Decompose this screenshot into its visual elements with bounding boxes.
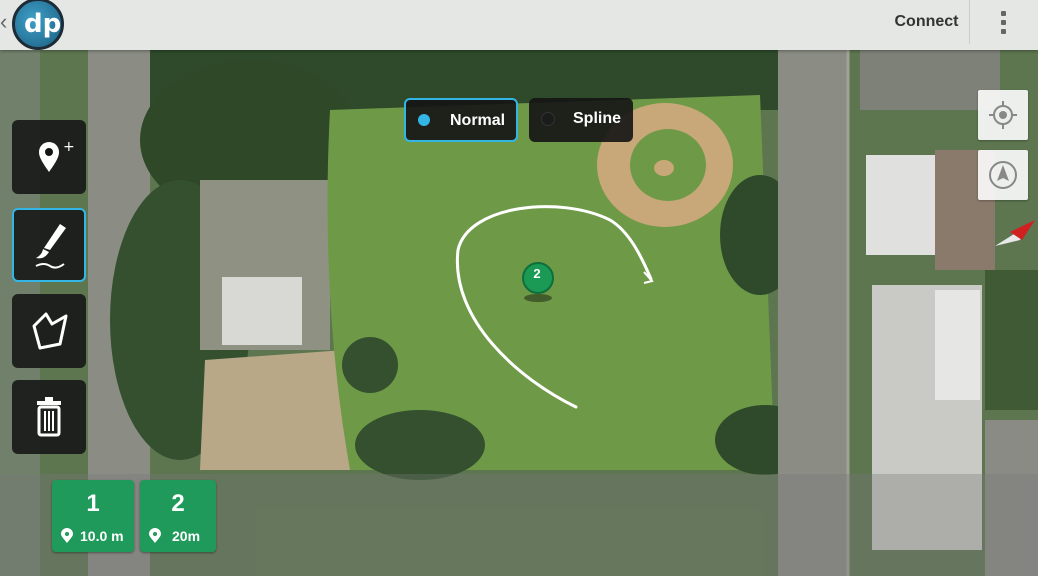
app-logo[interactable]: dp bbox=[12, 0, 64, 50]
trash-icon bbox=[37, 397, 61, 437]
waypoint-altitude: 20m bbox=[172, 528, 201, 544]
map-waypoint-label[interactable]: 2 bbox=[522, 266, 552, 290]
back-chevron-icon[interactable]: ‹ bbox=[0, 11, 7, 33]
mode-spline-label: Spline bbox=[573, 110, 622, 127]
polygon-tool-button[interactable] bbox=[12, 294, 86, 368]
action-bar: ‹ dp Connect bbox=[0, 0, 1038, 50]
radio-unselected-icon bbox=[541, 112, 555, 126]
location-pin-icon bbox=[149, 528, 161, 543]
my-location-icon bbox=[989, 101, 1017, 129]
add-marker-icon: + bbox=[39, 139, 75, 172]
polygon-icon bbox=[32, 312, 68, 350]
delete-button[interactable] bbox=[12, 380, 86, 454]
waypoint-number: 2 bbox=[171, 490, 185, 517]
waypoint-number: 1 bbox=[86, 490, 100, 517]
logo-text: dp bbox=[24, 9, 62, 39]
add-marker-button[interactable]: + bbox=[12, 120, 86, 194]
draw-tool-button[interactable] bbox=[12, 208, 86, 282]
mode-normal-button[interactable]: Normal bbox=[404, 98, 518, 142]
radio-selected-icon bbox=[418, 114, 430, 126]
location-pin-icon bbox=[61, 528, 73, 543]
compass-button[interactable] bbox=[978, 150, 1028, 200]
connect-button[interactable]: Connect bbox=[884, 0, 970, 44]
waypoint-card-1[interactable]: 1 10.0 m bbox=[52, 480, 134, 552]
waypoint-altitude: 10.0 m bbox=[80, 528, 124, 544]
my-location-button[interactable] bbox=[978, 90, 1028, 140]
draw-brush-icon bbox=[35, 224, 66, 269]
mode-normal-label: Normal bbox=[450, 112, 506, 129]
mode-spline-button[interactable]: Spline bbox=[529, 98, 633, 142]
waypoint-card-2[interactable]: 2 20m bbox=[140, 480, 216, 552]
overflow-menu-icon[interactable] bbox=[990, 8, 1016, 38]
compass-icon bbox=[989, 161, 1017, 189]
svg-text:+: + bbox=[63, 139, 75, 155]
